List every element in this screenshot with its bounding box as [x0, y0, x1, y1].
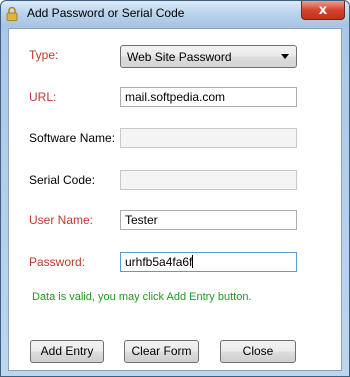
- password-value: urhfb5a4fa6f: [125, 255, 193, 269]
- password-field[interactable]: urhfb5a4fa6f: [120, 252, 297, 272]
- password-label: Password:: [29, 255, 86, 269]
- serial-code-label: Serial Code:: [29, 173, 96, 187]
- title-bar[interactable]: Add Password or Serial Code x: [1, 1, 349, 27]
- type-label: Type:: [29, 48, 59, 62]
- serial-code-field[interactable]: [120, 170, 297, 190]
- add-entry-button[interactable]: Add Entry: [30, 340, 104, 363]
- close-icon: x: [318, 2, 328, 18]
- close-button[interactable]: Close: [220, 340, 296, 363]
- type-selected-value: Web Site Password: [127, 50, 232, 64]
- window-title: Add Password or Serial Code: [27, 6, 185, 20]
- chevron-down-icon: [281, 54, 289, 59]
- dialog-window: Add Password or Serial Code x Type: Web …: [0, 0, 350, 377]
- clear-form-button[interactable]: Clear Form: [124, 340, 199, 363]
- software-name-label: Software Name:: [29, 131, 116, 145]
- text-caret: [192, 255, 194, 268]
- url-label: URL:: [29, 90, 57, 104]
- close-window-button[interactable]: x: [301, 1, 345, 20]
- type-select[interactable]: Web Site Password: [120, 45, 297, 68]
- form-panel: Type: Web Site Password URL: mail.softpe…: [8, 28, 342, 371]
- lock-icon: [6, 6, 18, 21]
- validation-status: Data is valid, you may click Add Entry b…: [32, 291, 252, 303]
- software-name-field[interactable]: [120, 128, 297, 148]
- url-field[interactable]: mail.softpedia.com: [120, 87, 297, 107]
- user-name-label: User Name:: [29, 213, 94, 227]
- user-name-field[interactable]: Tester: [120, 210, 297, 230]
